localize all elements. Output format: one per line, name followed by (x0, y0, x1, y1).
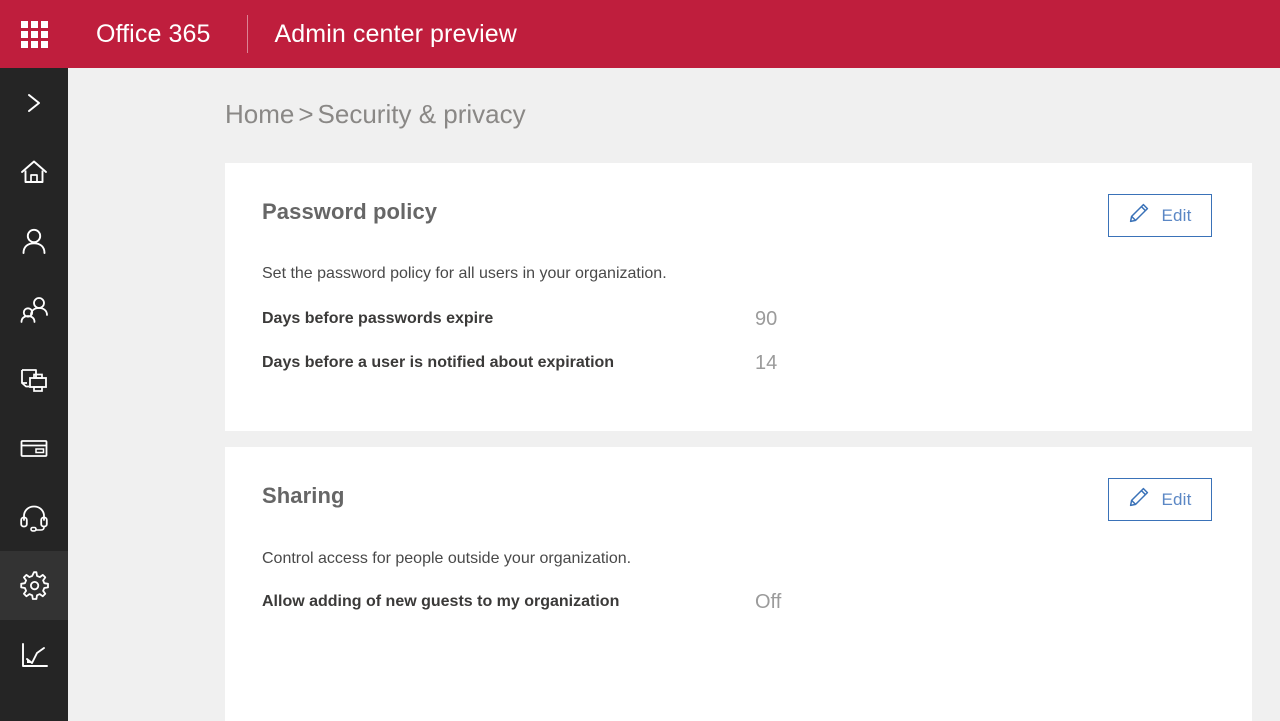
sidebar-item-billing[interactable] (0, 413, 68, 482)
setting-value: 90 (755, 308, 778, 330)
sharing-title: Sharing (262, 483, 345, 508)
app-launcher-waffle-icon[interactable] (0, 0, 68, 68)
pencil-icon (1128, 202, 1150, 229)
pencil-icon (1128, 486, 1150, 513)
gear-icon (17, 569, 51, 603)
groups-icon (18, 294, 50, 326)
billing-card-icon (18, 432, 50, 464)
password-policy-title: Password policy (262, 199, 438, 224)
suite-subtitle-label: Admin center preview (274, 19, 517, 48)
setting-row: Allow adding of new guests to my organiz… (262, 591, 1212, 615)
headset-icon (18, 501, 50, 533)
breadcrumb-current: Security & privacy (317, 99, 526, 129)
setting-row: Days before passwords expire 90 (262, 308, 1212, 332)
sidebar-item-devices[interactable] (0, 344, 68, 413)
left-navigation-rail (0, 68, 68, 721)
sharing-description: Control access for people outside your o… (262, 550, 632, 567)
home-icon (18, 156, 50, 188)
sidebar-item-settings[interactable] (0, 551, 68, 620)
suite-brand-label[interactable]: Office 365 (68, 20, 211, 49)
sidebar-item-support[interactable] (0, 482, 68, 551)
suite-header-bar: Office 365 Admin center preview (0, 0, 1280, 68)
sidebar-item-reports[interactable] (0, 620, 68, 689)
devices-icon (18, 363, 50, 395)
password-policy-card: Password policy Edit Set the password po… (225, 163, 1252, 431)
sidebar-item-users[interactable] (0, 206, 68, 275)
setting-label: Days before passwords expire (262, 310, 494, 327)
password-policy-description: Set the password policy for all users in… (262, 265, 667, 282)
breadcrumb-home-link[interactable]: Home (225, 99, 294, 129)
sharing-edit-button[interactable]: Edit (1108, 478, 1212, 521)
password-policy-edit-label: Edit (1161, 205, 1192, 225)
chart-icon (18, 639, 50, 671)
breadcrumb-separator: > (298, 99, 314, 129)
setting-value: 14 (755, 352, 778, 374)
expand-nav-button[interactable] (0, 68, 68, 137)
breadcrumb: Home > Security & privacy (225, 99, 526, 130)
setting-value: Off (755, 591, 782, 613)
setting-row: Days before a user is notified about exp… (262, 352, 1212, 376)
sharing-card: Sharing Edit Control access for people o… (225, 447, 1252, 721)
user-icon (18, 225, 50, 257)
setting-label: Days before a user is notified about exp… (262, 354, 615, 371)
sidebar-item-home[interactable] (0, 137, 68, 206)
password-policy-edit-button[interactable]: Edit (1108, 194, 1212, 237)
main-content-area: Home > Security & privacy Password policy … (68, 68, 1280, 721)
sharing-edit-label: Edit (1161, 489, 1192, 509)
setting-label: Allow adding of new guests to my organiz… (262, 593, 620, 610)
sidebar-item-groups[interactable] (0, 275, 68, 344)
waffle-grid (20, 20, 48, 48)
chevron-right-icon (23, 90, 45, 116)
